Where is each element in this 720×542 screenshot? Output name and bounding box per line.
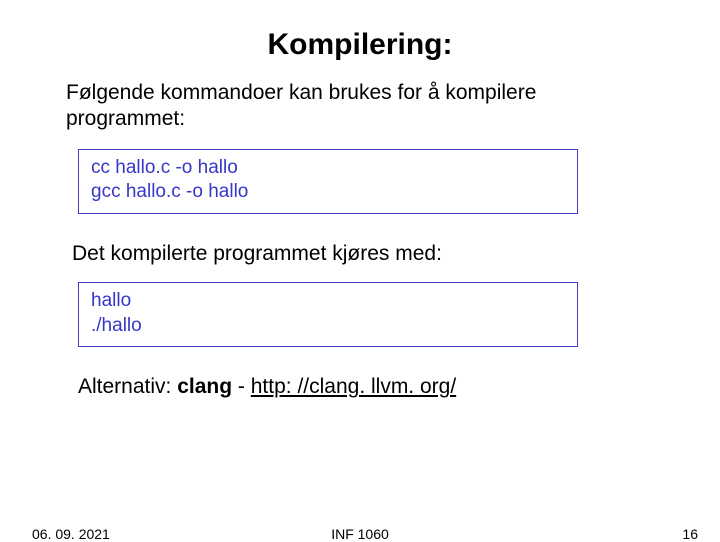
code-line: hallo [91, 289, 565, 314]
alt-tool-name: clang [177, 375, 232, 398]
alt-separator: - [232, 375, 251, 398]
code-line: gcc hallo.c -o hallo [91, 180, 565, 205]
slide: Kompilering: Følgende kommandoer kan bru… [0, 0, 720, 540]
code-line: ./hallo [91, 314, 565, 339]
run-intro-text: Det kompilerte programmet kjøres med: [60, 242, 660, 266]
alt-prefix: Alternativ: [78, 375, 177, 398]
run-commands-box: hallo ./hallo [78, 282, 578, 347]
alt-link[interactable]: http: //clang. llvm. org/ [251, 375, 456, 398]
compile-intro-text: Følgende kommandoer kan brukes for å kom… [60, 80, 660, 133]
code-line: cc hallo.c -o hallo [91, 156, 565, 181]
alternative-line: Alternativ: clang - http: //clang. llvm.… [60, 375, 660, 399]
compile-commands-box: cc hallo.c -o hallo gcc hallo.c -o hallo [78, 149, 578, 214]
slide-title: Kompilering: [60, 28, 660, 62]
